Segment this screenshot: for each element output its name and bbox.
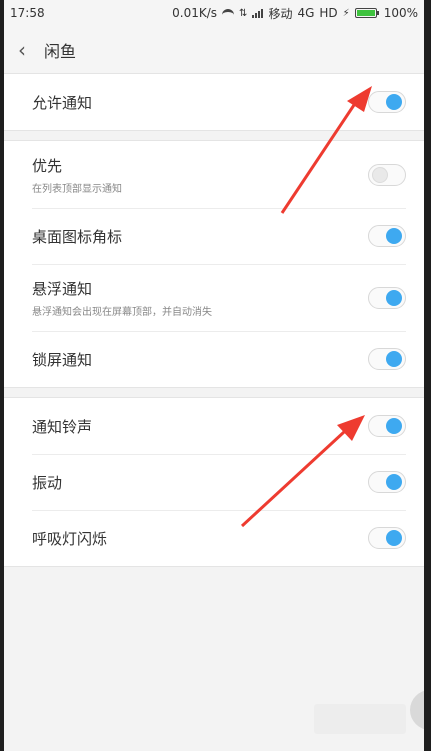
battery-icon — [354, 8, 379, 18]
alert-group: 通知铃声 振动 呼吸灯闪烁 — [4, 397, 424, 567]
status-time: 17:58 — [10, 6, 45, 20]
setting-label-vibration: 振动 — [32, 473, 63, 492]
signal-icon — [252, 8, 264, 18]
back-chevron-icon[interactable]: ‹ — [18, 38, 26, 62]
toggle-ringtone[interactable] — [368, 415, 406, 437]
toggle-breathing-light[interactable] — [368, 527, 406, 549]
setting-label-priority: 优先 — [32, 156, 63, 175]
allow-group: 允许通知 — [4, 73, 424, 131]
settings-screen: 17:58 0.01K/s ⇅ 移动 4G HD ⚡ 100% ‹ 闲鱼 允许通… — [4, 0, 424, 751]
network-speed: 0.01K/s — [172, 6, 218, 20]
setting-row-lockscreen[interactable]: 锁屏通知 — [4, 331, 424, 387]
setting-label-ringtone: 通知铃声 — [32, 417, 93, 436]
wifi-icon — [222, 8, 235, 18]
edge-handle[interactable] — [410, 690, 424, 730]
setting-row-priority[interactable]: 优先 在列表顶部显示通知 — [4, 141, 424, 208]
carrier-name: 移动 — [268, 6, 293, 21]
notification-style-group: 优先 在列表顶部显示通知 桌面图标角标 悬浮通知 悬浮通知会出现在屏幕顶部，并自… — [4, 140, 424, 388]
app-header: ‹ 闲鱼 — [4, 26, 424, 73]
status-bar: 17:58 0.01K/s ⇅ 移动 4G HD ⚡ 100% — [4, 0, 424, 26]
setting-subtitle-priority: 在列表顶部显示通知 — [32, 183, 122, 195]
setting-label-lockscreen: 锁屏通知 — [32, 350, 93, 369]
setting-row-ringtone[interactable]: 通知铃声 — [4, 398, 424, 454]
setting-label-breathing-light: 呼吸灯闪烁 — [32, 529, 108, 548]
data-transfer-icon: ⇅ — [239, 7, 248, 19]
setting-subtitle-floating: 悬浮通知会出现在屏幕顶部，并自动消失 — [32, 306, 212, 318]
setting-label-allow: 允许通知 — [32, 93, 93, 112]
battery-level: 100% — [383, 6, 418, 20]
setting-row-breathing-light[interactable]: 呼吸灯闪烁 — [4, 510, 424, 566]
network-type: 4G — [297, 6, 315, 20]
toggle-priority[interactable] — [368, 163, 406, 186]
watermark-blur — [314, 704, 406, 734]
charging-icon: ⚡ — [342, 7, 350, 19]
setting-row-allow[interactable]: 允许通知 — [4, 74, 424, 130]
setting-label-badge: 桌面图标角标 — [32, 227, 123, 246]
page-title: 闲鱼 — [44, 41, 77, 61]
setting-row-badge[interactable]: 桌面图标角标 — [4, 208, 424, 264]
toggle-lockscreen[interactable] — [368, 348, 406, 370]
setting-label-floating: 悬浮通知 — [32, 279, 93, 298]
toggle-badge[interactable] — [368, 225, 406, 247]
toggle-vibration[interactable] — [368, 471, 406, 493]
setting-row-vibration[interactable]: 振动 — [4, 454, 424, 510]
status-icons: 0.01K/s ⇅ 移动 4G HD ⚡ 100% — [172, 5, 418, 22]
toggle-allow[interactable] — [368, 91, 406, 113]
hd-indicator: HD — [319, 6, 338, 20]
toggle-floating[interactable] — [368, 286, 406, 309]
setting-row-floating[interactable]: 悬浮通知 悬浮通知会出现在屏幕顶部，并自动消失 — [4, 264, 424, 331]
